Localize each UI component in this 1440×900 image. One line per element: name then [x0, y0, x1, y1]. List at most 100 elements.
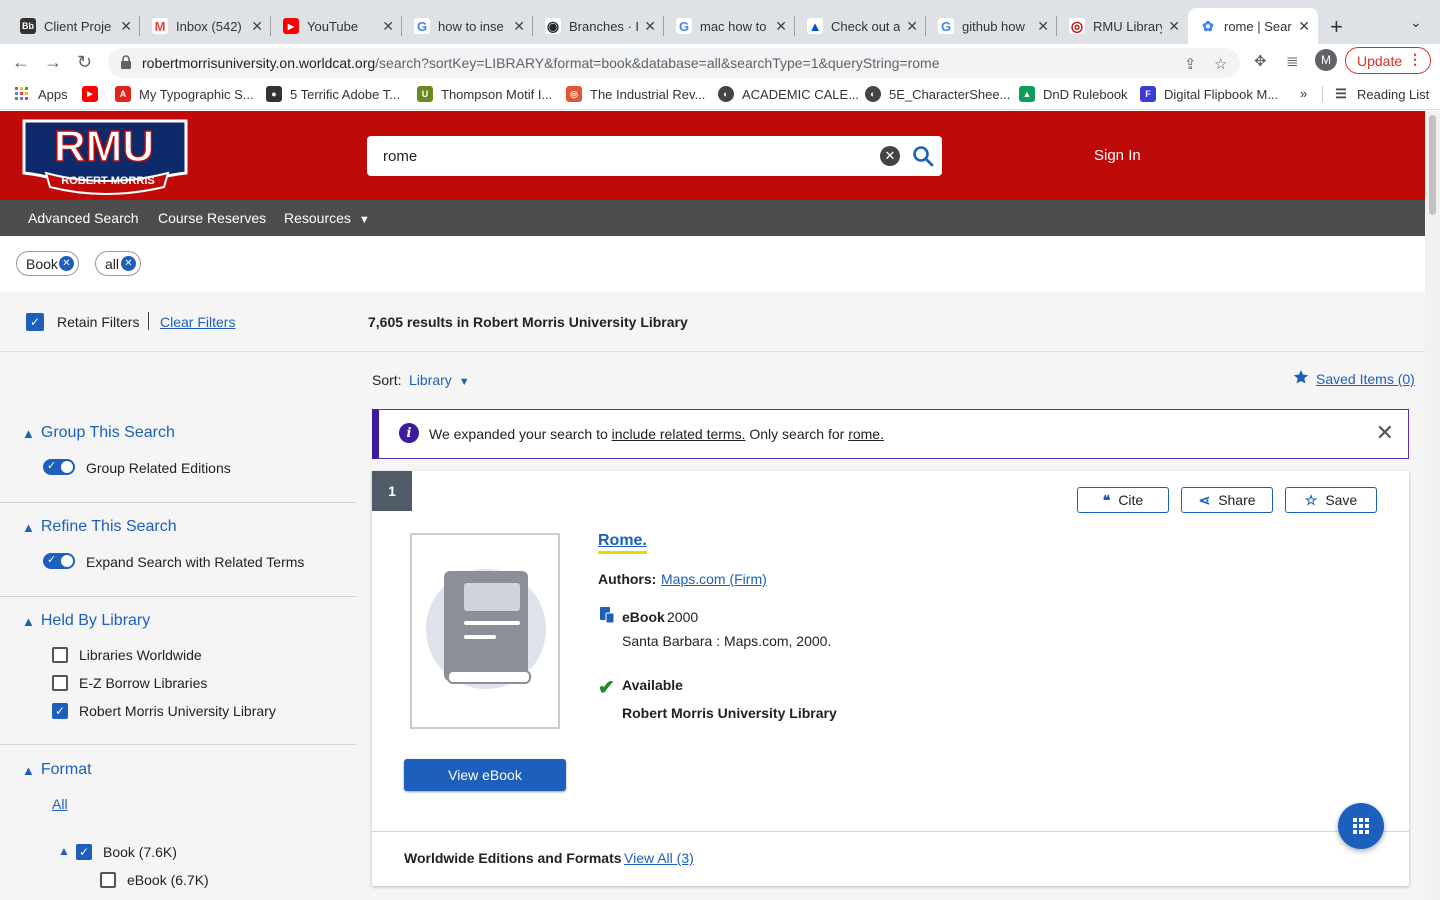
search-icon[interactable] [911, 144, 935, 168]
browser-tab[interactable]: M Inbox (542) ✕ [140, 8, 271, 44]
bookmark-item[interactable]: A My Typographic S... [115, 86, 254, 102]
remove-filter-icon[interactable]: ✕ [121, 256, 136, 271]
target-icon: ◎ [566, 86, 582, 102]
retain-filters-checkbox[interactable]: ✓ [26, 313, 44, 331]
chevron-up-icon: ▲ [22, 425, 35, 441]
site-favicon-icon: ● [266, 86, 282, 102]
tab-close-icon[interactable]: ✕ [1298, 18, 1310, 35]
format-ebook-checkbox[interactable] [100, 872, 116, 888]
filter-chip-all[interactable]: all ✕ [95, 251, 141, 276]
tab-close-icon[interactable]: ✕ [120, 18, 132, 35]
format-book-checkbox[interactable]: ✓ [76, 844, 92, 860]
cite-button[interactable]: ❝ Cite [1077, 487, 1169, 513]
address-bar: ← → ↻ robertmorrisuniversity.on.worldcat… [0, 44, 1440, 80]
only-search-link[interactable]: rome. [848, 426, 884, 442]
filter-chip-book[interactable]: Book ✕ [16, 251, 79, 276]
apps-grid-fab[interactable] [1338, 803, 1384, 849]
tab-close-icon[interactable]: ✕ [513, 18, 525, 35]
browser-tab-bar: Bb Client Proje ✕ M Inbox (542) ✕ ▶ YouT… [0, 0, 1440, 44]
expand-terms-toggle[interactable]: ✓ [43, 553, 75, 569]
share-button[interactable]: ⋖ Share [1181, 487, 1273, 513]
facet-sidebar: ▲ Group This Search ✓ Group Related Editi… [0, 352, 356, 900]
share-page-icon[interactable]: ⇪ [1184, 55, 1197, 73]
refine-search-header[interactable]: ▲ Refine This Search [22, 518, 177, 536]
browser-tab[interactable]: ◎ RMU Library ✕ [1057, 8, 1188, 44]
browser-tab[interactable]: ▶ YouTube ✕ [271, 8, 402, 44]
bookmark-apps[interactable]: Apps [14, 86, 68, 102]
reading-list-button[interactable]: ☰ Reading List [1322, 86, 1429, 102]
toggle-label: Expand Search with Related Terms [86, 554, 305, 570]
globe-icon: ◐ [865, 86, 881, 102]
tab-search-chevron-icon[interactable]: ⌄ [1410, 14, 1422, 31]
tab-close-icon[interactable]: ✕ [906, 18, 918, 35]
browser-tab[interactable]: ◉ Branches · F ✕ [533, 8, 664, 44]
profile-avatar[interactable]: M [1315, 49, 1337, 71]
save-button[interactable]: ☆ Save [1285, 487, 1377, 513]
tab-close-icon[interactable]: ✕ [1168, 18, 1180, 35]
extensions-puzzle-icon[interactable]: ✥ [1254, 52, 1267, 70]
clear-search-icon[interactable]: ✕ [880, 146, 900, 166]
bookmark-youtube[interactable]: ▶ [82, 86, 106, 102]
page-scrollbar[interactable] [1425, 111, 1440, 900]
book-cover-placeholder[interactable] [410, 533, 560, 729]
chevron-up-icon[interactable]: ▲ [58, 844, 70, 858]
tab-close-icon[interactable]: ✕ [382, 18, 394, 35]
rmu-library-checkbox[interactable]: ✓ [52, 703, 68, 719]
resources-menu[interactable]: Resources ▼ [284, 210, 370, 226]
tab-favicon-icon: G [938, 18, 954, 34]
sort-dropdown[interactable]: Library ▼ [409, 372, 470, 388]
result-title-link[interactable]: Rome. [598, 532, 647, 554]
tab-close-icon[interactable]: ✕ [644, 18, 656, 35]
tab-close-icon[interactable]: ✕ [1037, 18, 1049, 35]
browser-tab[interactable]: ▲ Check out a ✕ [795, 8, 926, 44]
bookmark-item[interactable]: ▲ DnD Rulebook [1019, 86, 1128, 102]
bookmark-item[interactable]: U Thompson Motif I... [417, 86, 552, 102]
rmu-logo[interactable]: RMU ROBERT MORRIS [20, 117, 190, 197]
sign-in-link[interactable]: Sign In [1094, 147, 1141, 164]
include-related-terms-link[interactable]: include related terms. [612, 426, 746, 442]
url-host: robertmorrisuniversity.on.worldcat.org [142, 55, 376, 71]
bookmark-item[interactable]: ◐ 5E_CharacterShee... [865, 86, 1010, 102]
bookmark-item[interactable]: ● 5 Terrific Adobe T... [266, 86, 400, 102]
update-button[interactable]: Update ⋮ [1345, 47, 1431, 74]
close-icon[interactable]: ✕ [1376, 420, 1394, 446]
page-content: RMU ROBERT MORRIS ✕ Sign In Advanced Sea… [0, 111, 1425, 900]
bookmark-item[interactable]: ◎ The Industrial Rev... [566, 86, 705, 102]
bookmark-label: DnD Rulebook [1043, 86, 1128, 102]
media-queue-icon[interactable]: ≣ [1286, 52, 1299, 70]
group-editions-toggle[interactable]: ✓ [43, 459, 75, 475]
tab-favicon-icon: ▲ [807, 18, 823, 34]
clear-filters-link[interactable]: Clear Filters [160, 314, 235, 330]
tab-close-icon[interactable]: ✕ [251, 18, 263, 35]
ez-borrow-checkbox[interactable] [52, 675, 68, 691]
view-all-editions-link[interactable]: View All (3) [624, 850, 694, 866]
reload-icon[interactable]: ↻ [77, 52, 92, 73]
libraries-worldwide-checkbox[interactable] [52, 647, 68, 663]
url-field[interactable]: robertmorrisuniversity.on.worldcat.org/s… [108, 48, 1240, 78]
view-ebook-button[interactable]: View eBook [404, 759, 566, 791]
format-header[interactable]: ▲ Format [22, 761, 92, 779]
browser-tab[interactable]: G github how ✕ [926, 8, 1057, 44]
group-search-header[interactable]: ▲ Group This Search [22, 424, 175, 442]
search-input[interactable] [367, 136, 867, 176]
forward-arrow-icon[interactable]: → [44, 52, 62, 73]
bookmark-item[interactable]: ◐ ACADEMIC CALE... [718, 86, 859, 102]
advanced-search-link[interactable]: Advanced Search [28, 210, 139, 226]
held-by-library-header[interactable]: ▲ Held By Library [22, 612, 150, 630]
scrollbar-thumb[interactable] [1429, 115, 1436, 215]
bookmarks-overflow-icon[interactable]: » [1300, 86, 1307, 101]
bookmark-item[interactable]: F Digital Flipbook M... [1140, 86, 1278, 102]
browser-tab[interactable]: Bb Client Proje ✕ [8, 8, 140, 44]
author-link[interactable]: Maps.com (Firm) [661, 571, 767, 587]
bookmark-star-icon[interactable]: ☆ [1214, 55, 1227, 73]
browser-tab-active[interactable]: ✿ rome | Sear ✕ [1188, 8, 1318, 44]
back-arrow-icon[interactable]: ← [12, 52, 30, 73]
browser-tab[interactable]: G how to inse ✕ [402, 8, 533, 44]
browser-tab[interactable]: G mac how to ✕ [664, 8, 795, 44]
format-all-link[interactable]: All [52, 796, 68, 812]
remove-filter-icon[interactable]: ✕ [59, 256, 74, 271]
course-reserves-link[interactable]: Course Reserves [158, 210, 266, 226]
new-tab-icon[interactable]: + [1330, 14, 1343, 40]
tab-close-icon[interactable]: ✕ [775, 18, 787, 35]
saved-items-link[interactable]: Saved Items (0) [1316, 371, 1415, 387]
